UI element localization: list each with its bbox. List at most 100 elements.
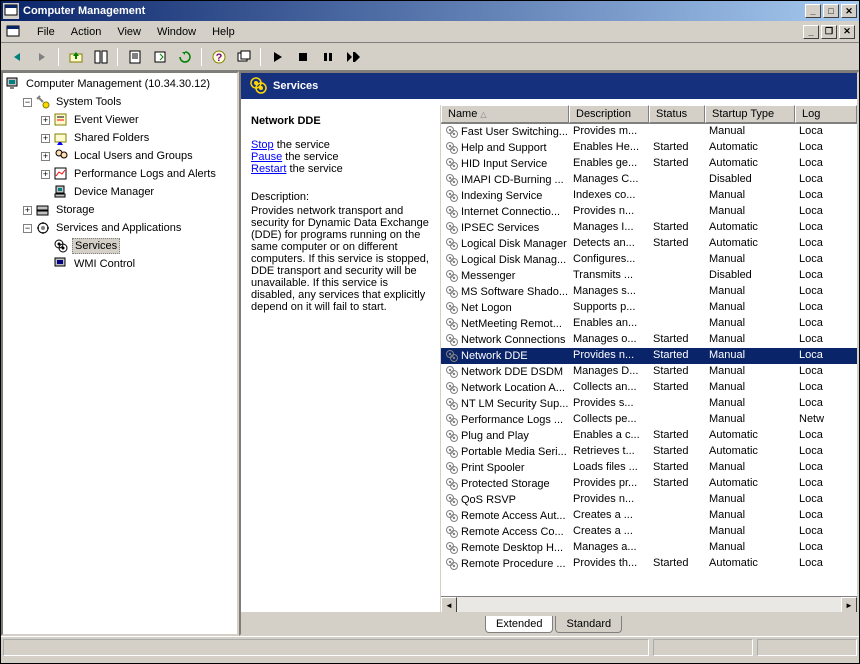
service-status: Started bbox=[649, 157, 705, 171]
tree-wmi[interactable]: WMI Control bbox=[41, 255, 235, 273]
show-hide-tree-button[interactable] bbox=[89, 46, 112, 68]
service-description: Enables ge... bbox=[569, 157, 649, 171]
service-logon: Loca bbox=[795, 285, 857, 299]
service-name: Remote Desktop H... bbox=[461, 542, 563, 554]
service-row[interactable]: Remote Procedure ...Provides th...Starte… bbox=[441, 556, 857, 572]
collapse-icon[interactable]: − bbox=[23, 98, 32, 107]
col-name[interactable]: Name △ bbox=[441, 105, 569, 123]
properties-button[interactable] bbox=[123, 46, 146, 68]
col-logon[interactable]: Log bbox=[795, 105, 857, 123]
restart-link[interactable]: Restart bbox=[251, 163, 286, 175]
service-row[interactable]: Network DDE DSDMManages D...StartedManua… bbox=[441, 364, 857, 380]
tree-services[interactable]: Services bbox=[41, 237, 235, 255]
tree-local-users[interactable]: +Local Users and Groups bbox=[41, 147, 235, 165]
stop-service-button[interactable] bbox=[291, 46, 314, 68]
menu-file[interactable]: File bbox=[29, 24, 63, 40]
service-row[interactable]: Protected StorageProvides pr...StartedAu… bbox=[441, 476, 857, 492]
service-row[interactable]: Network Location A...Collects an...Start… bbox=[441, 380, 857, 396]
export-button[interactable] bbox=[148, 46, 171, 68]
service-row[interactable]: Plug and PlayEnables a c...StartedAutoma… bbox=[441, 428, 857, 444]
service-gear-icon bbox=[445, 333, 459, 347]
pause-service-button[interactable] bbox=[316, 46, 339, 68]
nav-forward-button[interactable] bbox=[30, 46, 53, 68]
menu-help[interactable]: Help bbox=[204, 24, 243, 40]
service-row[interactable]: MessengerTransmits ...DisabledLoca bbox=[441, 268, 857, 284]
restart-service-button[interactable] bbox=[341, 46, 364, 68]
service-row[interactable]: Remote Access Co...Creates a ...ManualLo… bbox=[441, 524, 857, 540]
service-row[interactable]: HID Input ServiceEnables ge...StartedAut… bbox=[441, 156, 857, 172]
service-row[interactable]: Internet Connectio...Provides n...Manual… bbox=[441, 204, 857, 220]
up-button[interactable] bbox=[64, 46, 87, 68]
service-row[interactable]: Help and SupportEnables He...StartedAuto… bbox=[441, 140, 857, 156]
service-row[interactable]: Network DDEProvides n...StartedManualLoc… bbox=[441, 348, 857, 364]
service-name: Network Connections bbox=[461, 334, 566, 346]
maximize-button[interactable]: □ bbox=[823, 4, 839, 18]
new-window-button[interactable] bbox=[232, 46, 255, 68]
service-row[interactable]: NT LM Security Sup...Provides s...Manual… bbox=[441, 396, 857, 412]
tree-storage[interactable]: +Storage bbox=[23, 201, 235, 219]
service-row[interactable]: Network ConnectionsManages o...StartedMa… bbox=[441, 332, 857, 348]
service-gear-icon bbox=[445, 285, 459, 299]
service-logon: Loca bbox=[795, 493, 857, 507]
service-row[interactable]: Logical Disk Manag...Configures...Manual… bbox=[441, 252, 857, 268]
tab-standard[interactable]: Standard bbox=[555, 616, 622, 633]
tree-system-tools[interactable]: − System Tools bbox=[23, 93, 235, 111]
service-startup-type: Automatic bbox=[705, 141, 795, 155]
service-row[interactable]: IPSEC ServicesManages I...StartedAutomat… bbox=[441, 220, 857, 236]
tree-services-apps[interactable]: −Services and Applications bbox=[23, 219, 235, 237]
scroll-right-button[interactable]: ► bbox=[841, 597, 857, 612]
description-label: Description: bbox=[251, 191, 430, 203]
service-row[interactable]: Remote Desktop H...Manages a...ManualLoc… bbox=[441, 540, 857, 556]
service-row[interactable]: Portable Media Seri...Retrieves t...Star… bbox=[441, 444, 857, 460]
menu-window[interactable]: Window bbox=[149, 24, 204, 40]
service-row[interactable]: QoS RSVPProvides n...ManualLoca bbox=[441, 492, 857, 508]
tree-panel[interactable]: Computer Management (10.34.30.12) − Syst… bbox=[1, 71, 239, 636]
close-button[interactable]: ✕ bbox=[841, 4, 857, 18]
expand-icon[interactable]: + bbox=[41, 170, 50, 179]
mdi-restore-button[interactable]: ❐ bbox=[821, 25, 837, 39]
mdi-minimize-button[interactable]: _ bbox=[803, 25, 819, 39]
expand-icon[interactable]: + bbox=[23, 206, 32, 215]
tab-extended[interactable]: Extended bbox=[485, 616, 553, 633]
service-row[interactable]: Indexing ServiceIndexes co...ManualLoca bbox=[441, 188, 857, 204]
service-row[interactable]: Fast User Switching...Provides m...Manua… bbox=[441, 124, 857, 140]
service-logon: Loca bbox=[795, 365, 857, 379]
tree-shared-folders[interactable]: +Shared Folders bbox=[41, 129, 235, 147]
expand-icon[interactable]: + bbox=[41, 134, 50, 143]
service-rows[interactable]: Fast User Switching...Provides m...Manua… bbox=[441, 124, 857, 596]
tree-root[interactable]: Computer Management (10.34.30.12) bbox=[5, 75, 235, 93]
scroll-left-button[interactable]: ◄ bbox=[441, 597, 457, 612]
service-row[interactable]: IMAPI CD-Burning ...Manages C...Disabled… bbox=[441, 172, 857, 188]
pause-link[interactable]: Pause bbox=[251, 151, 282, 163]
service-row[interactable]: MS Software Shado...Manages s...ManualLo… bbox=[441, 284, 857, 300]
col-status[interactable]: Status bbox=[649, 105, 705, 123]
horizontal-scrollbar[interactable]: ◄ ► bbox=[441, 596, 857, 612]
service-status bbox=[649, 205, 705, 219]
service-row[interactable]: Remote Access Aut...Creates a ...ManualL… bbox=[441, 508, 857, 524]
minimize-button[interactable]: _ bbox=[805, 4, 821, 18]
collapse-icon[interactable]: − bbox=[23, 224, 32, 233]
start-service-button[interactable] bbox=[266, 46, 289, 68]
service-row[interactable]: Print SpoolerLoads files ...StartedManua… bbox=[441, 460, 857, 476]
service-row[interactable]: Logical Disk ManagerDetects an...Started… bbox=[441, 236, 857, 252]
menu-view[interactable]: View bbox=[109, 24, 149, 40]
nav-back-button[interactable] bbox=[5, 46, 28, 68]
tree-perf-logs[interactable]: +Performance Logs and Alerts bbox=[41, 165, 235, 183]
tree-device-manager[interactable]: Device Manager bbox=[41, 183, 235, 201]
tree-event-viewer[interactable]: +Event Viewer bbox=[41, 111, 235, 129]
service-status bbox=[649, 189, 705, 203]
service-startup-type: Manual bbox=[705, 285, 795, 299]
services-apps-icon bbox=[35, 220, 51, 236]
mdi-close-button[interactable]: ✕ bbox=[839, 25, 855, 39]
stop-link[interactable]: Stop bbox=[251, 139, 274, 151]
expand-icon[interactable]: + bbox=[41, 116, 50, 125]
service-row[interactable]: Performance Logs ...Collects pe...Manual… bbox=[441, 412, 857, 428]
col-description[interactable]: Description bbox=[569, 105, 649, 123]
refresh-button[interactable] bbox=[173, 46, 196, 68]
service-row[interactable]: Net LogonSupports p...ManualLoca bbox=[441, 300, 857, 316]
col-startup-type[interactable]: Startup Type bbox=[705, 105, 795, 123]
menu-action[interactable]: Action bbox=[63, 24, 110, 40]
help-button[interactable]: ? bbox=[207, 46, 230, 68]
expand-icon[interactable]: + bbox=[41, 152, 50, 161]
service-row[interactable]: NetMeeting Remot...Enables an...ManualLo… bbox=[441, 316, 857, 332]
